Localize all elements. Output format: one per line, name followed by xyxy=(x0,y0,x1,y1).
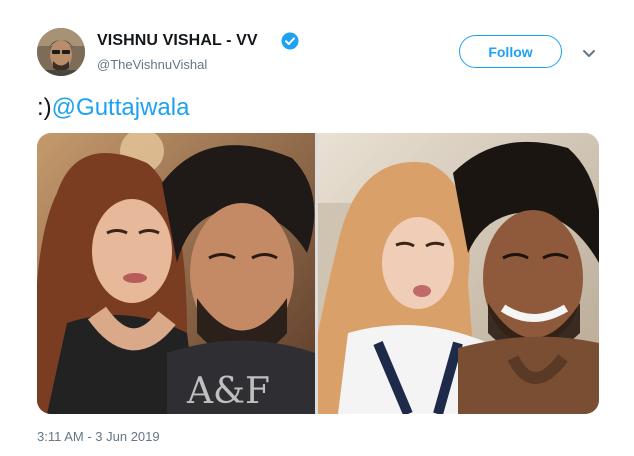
timestamp[interactable]: 3:11 AM - 3 Jun 2019 xyxy=(37,429,160,444)
photo-right[interactable] xyxy=(318,133,599,414)
display-name[interactable]: VISHNU VISHAL - VV xyxy=(97,32,258,50)
media-grid: A&F xyxy=(37,133,599,414)
verified-badge-icon xyxy=(281,32,299,50)
tweet-text: :)@Guttajwala xyxy=(37,94,189,122)
photo-left[interactable]: A&F xyxy=(37,133,315,414)
tweet-text-prefix: :) xyxy=(37,94,52,121)
avatar[interactable] xyxy=(37,28,85,76)
mention-link[interactable]: @Guttajwala xyxy=(52,94,190,121)
svg-text:A&F: A&F xyxy=(186,371,270,412)
follow-button[interactable]: Follow xyxy=(459,35,562,68)
handle[interactable]: @TheVishnuVishal xyxy=(97,57,207,72)
chevron-down-icon[interactable] xyxy=(582,46,596,57)
